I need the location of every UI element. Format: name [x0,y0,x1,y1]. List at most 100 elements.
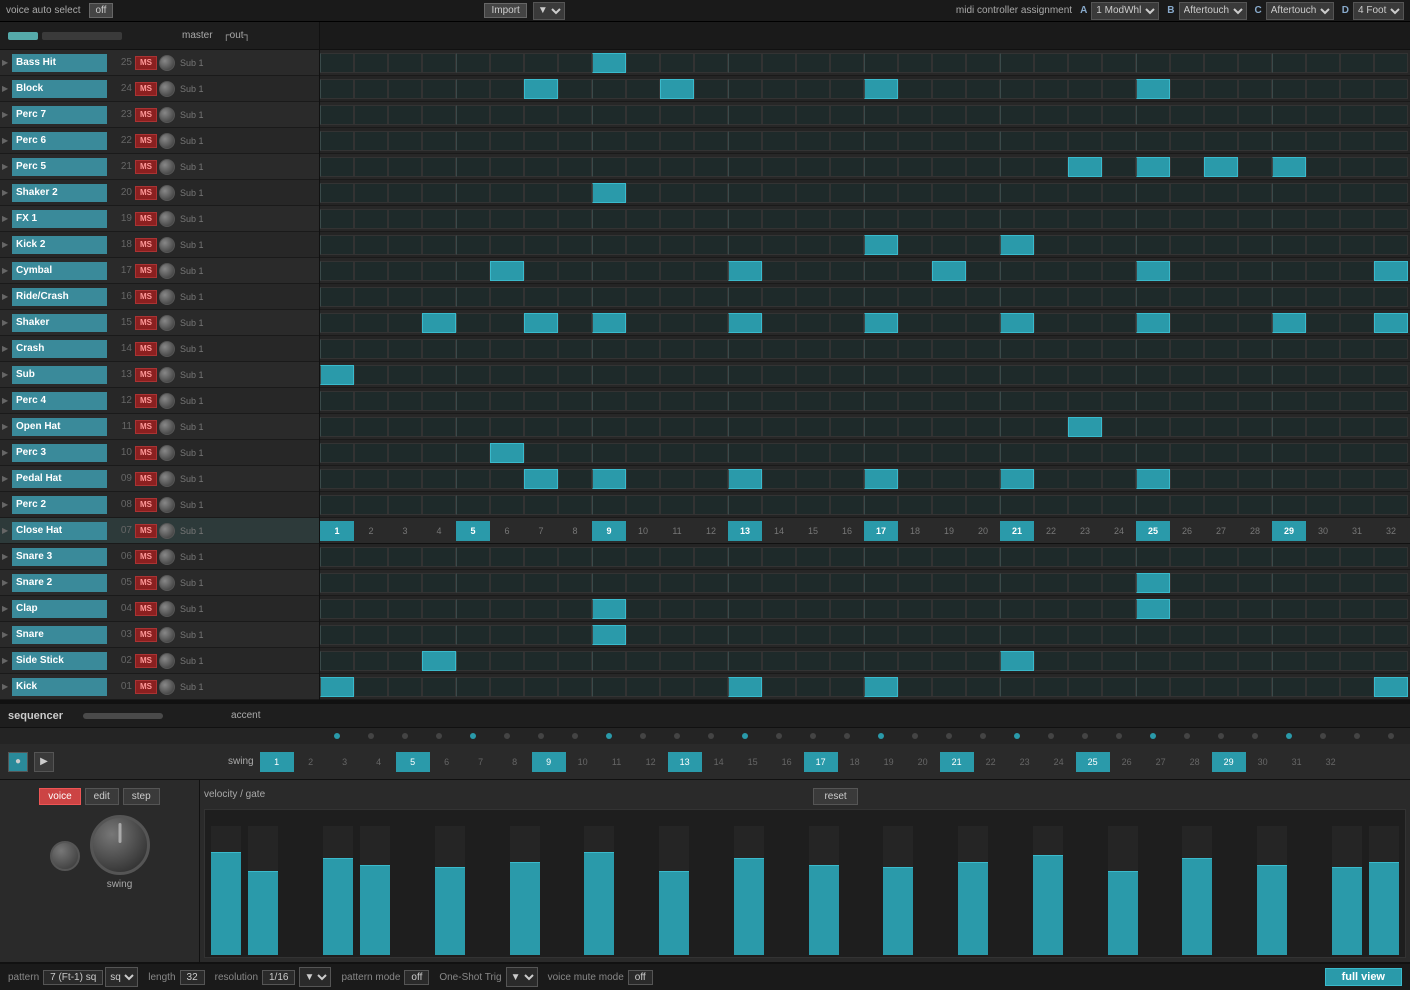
step-cell-2[interactable] [354,417,388,437]
accent-dot-31[interactable] [1340,733,1374,739]
step-cell-2[interactable] [354,547,388,567]
step-cell-2[interactable] [354,677,388,697]
step-cell-17[interactable] [864,105,898,125]
step-cell-2[interactable] [354,339,388,359]
step-cell-10[interactable] [626,625,660,645]
step-cell-4[interactable] [422,209,456,229]
step-cell-19[interactable] [932,625,966,645]
step-cell-15[interactable] [796,79,830,99]
step-cell-29[interactable] [1272,235,1306,255]
step-cell-20[interactable] [966,157,1000,177]
step-cell-13[interactable] [728,339,762,359]
step-cell-7[interactable] [524,365,558,385]
step-cell-30[interactable] [1306,599,1340,619]
accent-dot-10[interactable] [626,733,660,739]
step-cell-3[interactable] [388,625,422,645]
step-cell-22[interactable] [1034,625,1068,645]
step-cell-1[interactable] [320,547,354,567]
step-cell-22[interactable] [1034,261,1068,281]
num-cell-9[interactable]: 9 [592,521,626,541]
num-cell-8[interactable]: 8 [558,521,592,541]
track-knob[interactable] [159,471,175,487]
step-cell-30[interactable] [1306,313,1340,333]
step-cell-2[interactable] [354,79,388,99]
step-cell-23[interactable] [1068,53,1102,73]
step-cell-21[interactable] [1000,313,1034,333]
step-cell-31[interactable] [1340,79,1374,99]
step-cell-16[interactable] [830,313,864,333]
step-cell-13[interactable] [728,209,762,229]
step-cell-2[interactable] [354,157,388,177]
step-cell-8[interactable] [558,131,592,151]
step-cell-32[interactable] [1374,261,1408,281]
step-cell-9[interactable] [592,443,626,463]
step-cell-17[interactable] [864,53,898,73]
ms-btn[interactable]: MS [135,186,157,200]
track-name-btn[interactable]: Crash [12,340,107,358]
step-cell-19[interactable] [932,365,966,385]
step-cell-30[interactable] [1306,235,1340,255]
step-cell-30[interactable] [1306,417,1340,437]
track-knob[interactable] [159,315,175,331]
play-btn[interactable]: ▶ [34,752,54,772]
vel-bar-col-14[interactable] [693,812,730,955]
step-cell-7[interactable] [524,53,558,73]
step-cell-29[interactable] [1272,417,1306,437]
step-cell-17[interactable] [864,599,898,619]
step-cell-27[interactable] [1204,105,1238,125]
step-cell-32[interactable] [1374,391,1408,411]
step-cell-31[interactable] [1340,287,1374,307]
track-arrow[interactable]: ▶ [2,552,12,561]
step-cell-14[interactable] [762,417,796,437]
step-cell-25[interactable] [1136,495,1170,515]
step-cell-7[interactable] [524,573,558,593]
step-cell-13[interactable] [728,313,762,333]
step-cell-6[interactable] [490,651,524,671]
step-cell-17[interactable] [864,313,898,333]
step-cell-6[interactable] [490,339,524,359]
step-cell-19[interactable] [932,391,966,411]
swing-num-13[interactable]: 13 [668,752,702,772]
num-cell-10[interactable]: 10 [626,521,660,541]
step-cell-24[interactable] [1102,443,1136,463]
step-cell-25[interactable] [1136,235,1170,255]
step-cell-26[interactable] [1170,677,1204,697]
vel-bar-col-2[interactable] [244,812,281,955]
step-cell-5[interactable] [456,443,490,463]
step-cell-7[interactable] [524,235,558,255]
track-arrow[interactable]: ▶ [2,162,12,171]
tab-step[interactable]: step [123,788,160,805]
step-cell-1[interactable] [320,105,354,125]
step-cell-13[interactable] [728,443,762,463]
step-cell-32[interactable] [1374,105,1408,125]
step-cell-12[interactable] [694,677,728,697]
track-knob[interactable] [159,627,175,643]
ms-btn[interactable]: MS [135,368,157,382]
accent-dot-24[interactable] [1102,733,1136,739]
step-cell-4[interactable] [422,313,456,333]
step-cell-16[interactable] [830,625,864,645]
step-cell-31[interactable] [1340,261,1374,281]
step-cell-16[interactable] [830,677,864,697]
step-cell-19[interactable] [932,105,966,125]
accent-dot-17[interactable] [864,733,898,739]
track-arrow[interactable]: ▶ [2,578,12,587]
accent-dot-2[interactable] [354,733,388,739]
step-cell-13[interactable] [728,183,762,203]
step-cell-22[interactable] [1034,365,1068,385]
step-cell-28[interactable] [1238,599,1272,619]
step-cell-26[interactable] [1170,469,1204,489]
num-cell-4[interactable]: 4 [422,521,456,541]
step-cell-19[interactable] [932,209,966,229]
step-cell-20[interactable] [966,651,1000,671]
step-cell-4[interactable] [422,261,456,281]
step-cell-21[interactable] [1000,365,1034,385]
step-cell-25[interactable] [1136,131,1170,151]
vel-bar-col-10[interactable] [543,812,580,955]
step-cell-12[interactable] [694,131,728,151]
tab-voice[interactable]: voice [39,788,80,805]
step-cell-3[interactable] [388,573,422,593]
step-cell-11[interactable] [660,495,694,515]
track-name-btn[interactable]: Perc 2 [12,496,107,514]
track-knob[interactable] [159,55,175,71]
